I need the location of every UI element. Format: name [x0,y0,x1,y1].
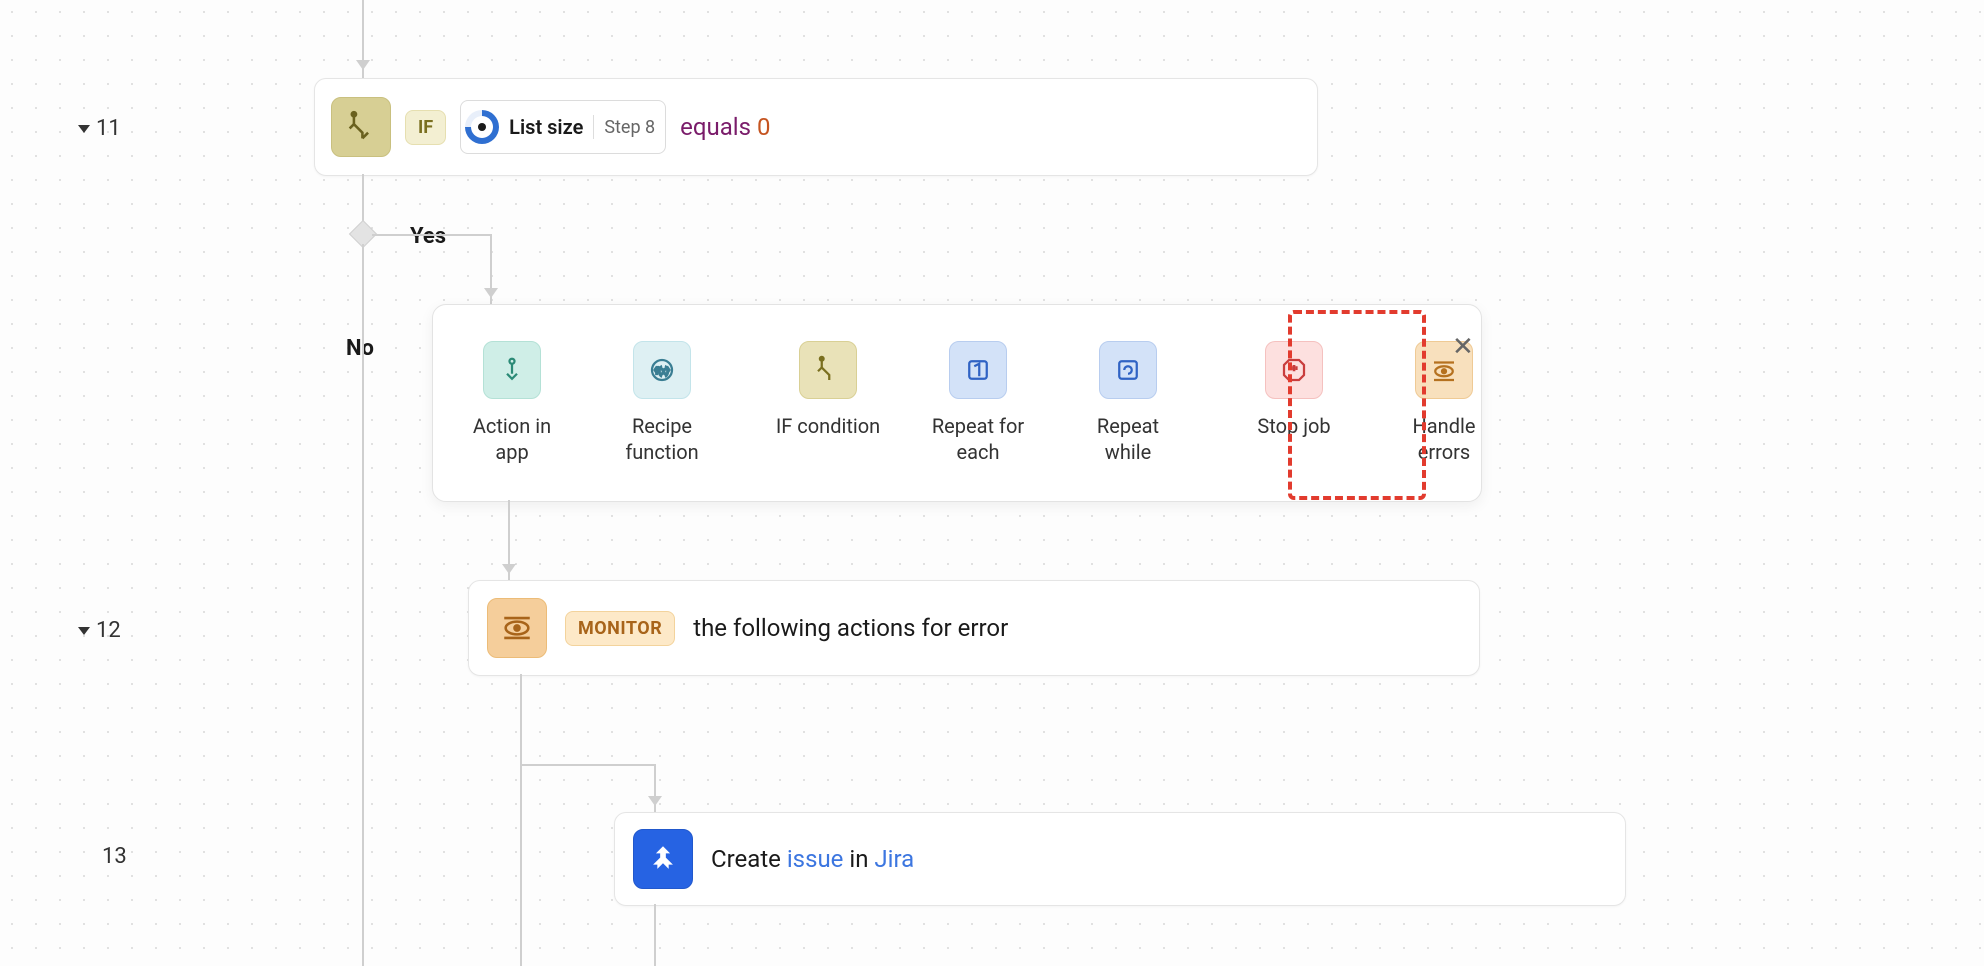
step-12-description: the following actions for error [693,614,1008,642]
action-in-app-icon [483,341,541,399]
option-if-condition[interactable]: IF condition [773,341,883,439]
option-handle-errors[interactable]: Handle errors [1389,341,1499,465]
branch-no-label: No [346,336,374,361]
spinner-icon [465,110,499,144]
connector [520,764,522,966]
datapill-list-size[interactable]: List size Step 8 [460,100,666,154]
action-picker-panel: Action in app f(x) Recipe function IF co… [432,304,1482,502]
svg-text:f(x): f(x) [655,366,668,377]
separator [593,115,594,139]
branch-yes-label: Yes [410,224,446,249]
step-11-card[interactable]: IF List size Step 8 equals 0 [314,78,1318,176]
close-icon[interactable]: ✕ [1452,332,1474,362]
arrow-down-icon [484,288,498,298]
monitor-icon [487,598,547,658]
step-13-description: Create issue in Jira [711,845,914,873]
connector [654,904,656,966]
connector [372,234,490,236]
jira-icon [633,829,693,889]
recipe-function-icon: f(x) [633,341,691,399]
step-num-label: 11 [96,116,121,141]
if-branch-icon [331,97,391,157]
option-repeat-while[interactable]: Repeat while [1073,341,1183,465]
if-badge: IF [405,110,446,145]
arrow-down-icon [648,796,662,806]
step-number-11[interactable]: 11 [78,116,121,141]
connector [362,174,364,224]
stop-job-icon [1265,341,1323,399]
caret-down-icon [78,627,90,635]
pill-label: List size [509,115,583,139]
option-repeat-for-each[interactable]: Repeat for each [923,341,1033,465]
step-num-label: 13 [102,844,127,869]
repeat-for-each-icon [949,341,1007,399]
step-number-13[interactable]: 13 [102,844,127,869]
pill-step: Step 8 [604,117,655,138]
option-stop-job[interactable]: Stop job [1239,341,1349,439]
step-num-label: 12 [96,618,121,643]
option-recipe-function[interactable]: f(x) Recipe function [607,341,717,465]
arrow-down-icon [356,60,370,70]
connector [520,674,522,764]
step-12-card[interactable]: MONITOR the following actions for error [468,580,1480,676]
connector [362,244,364,966]
if-condition-icon [799,341,857,399]
option-action-in-app[interactable]: Action in app [457,341,567,465]
connector [520,764,654,766]
step-number-12[interactable]: 12 [78,618,121,643]
arrow-down-icon [502,564,516,574]
caret-down-icon [78,125,90,133]
step-13-card[interactable]: Create issue in Jira [614,812,1626,906]
repeat-while-icon [1099,341,1157,399]
monitor-badge: MONITOR [565,611,675,646]
condition-expression: equals 0 [680,113,770,141]
